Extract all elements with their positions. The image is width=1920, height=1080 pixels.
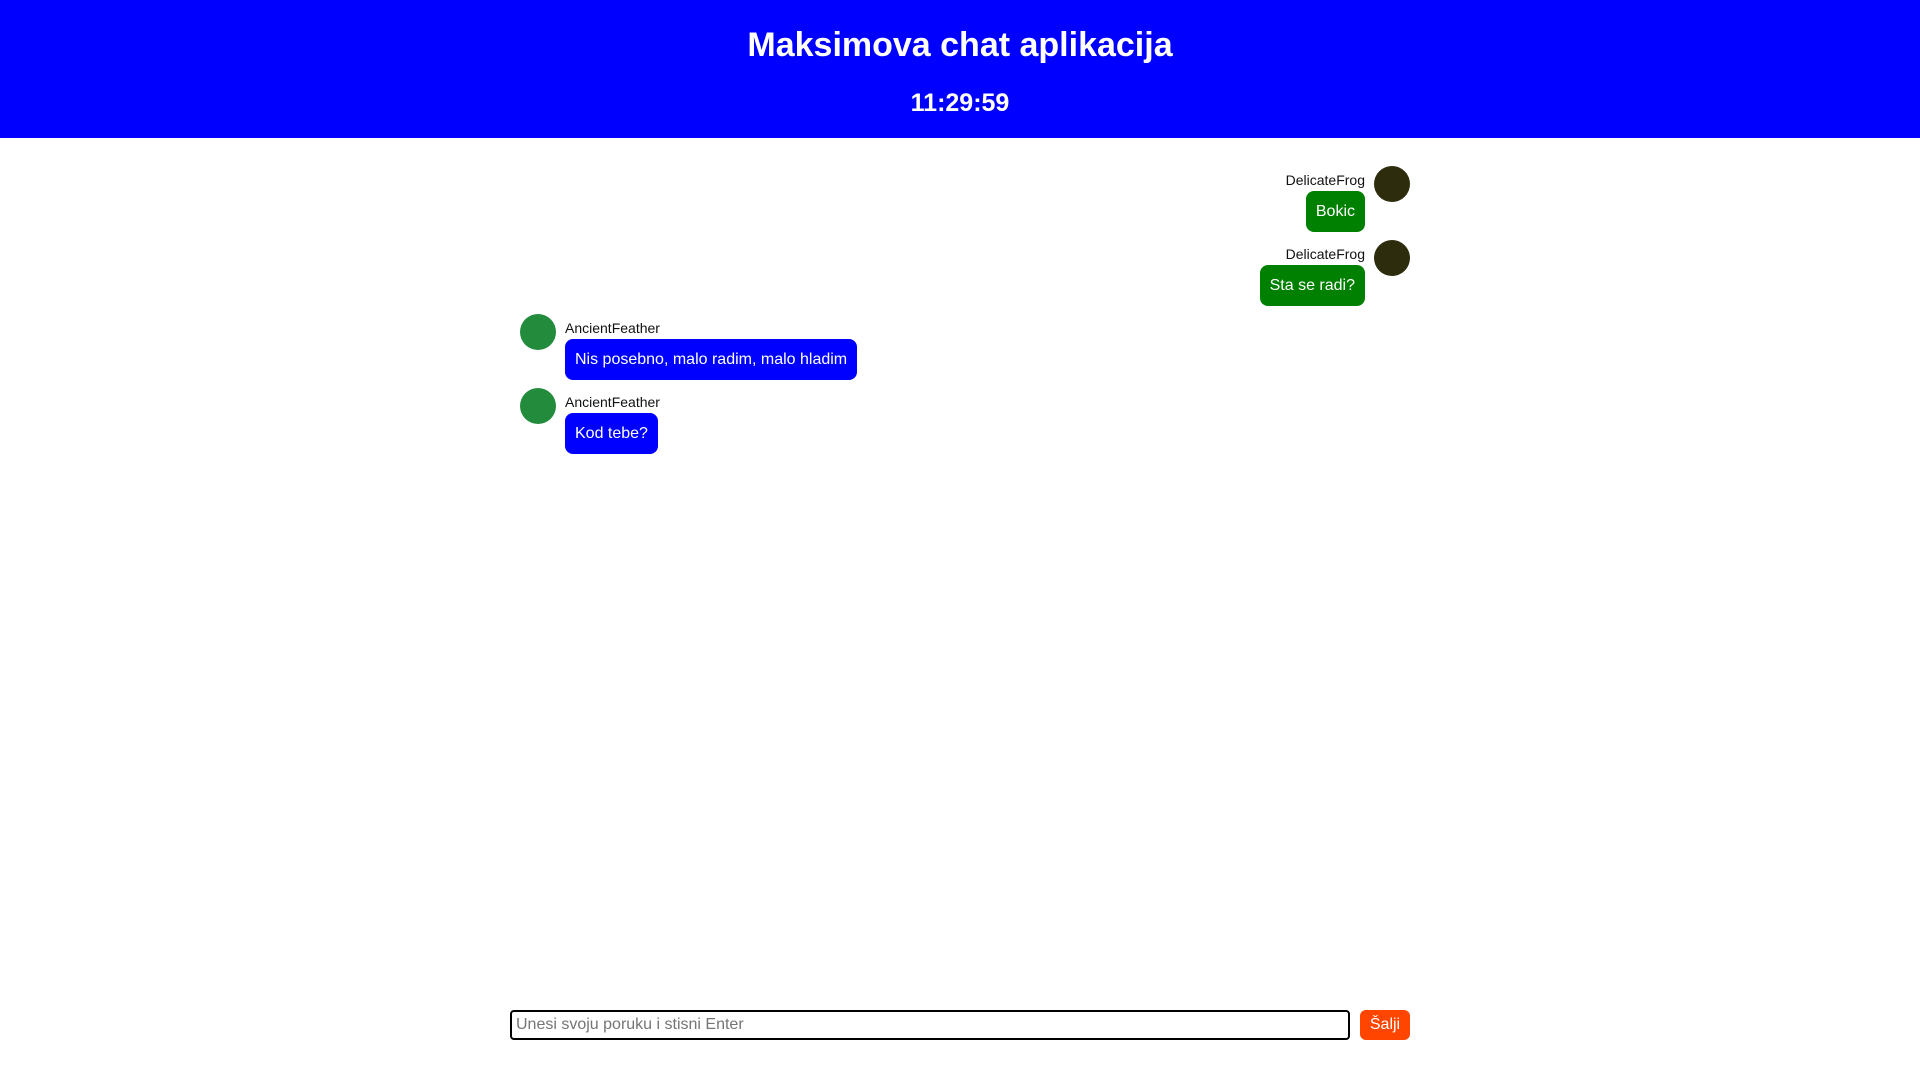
avatar [1374,166,1410,202]
message-list: DelicateFrog Bokic DelicateFrog Sta se r… [510,166,1410,462]
avatar [520,388,556,424]
send-button[interactable]: Šalji [1360,1010,1410,1040]
app-header: Maksimova chat aplikacija 11:29:59 [0,0,1920,138]
message-input[interactable] [510,1010,1350,1040]
message-item: AncientFeather Kod tebe? [510,388,1410,462]
clock: 11:29:59 [910,89,1010,117]
app-title: Maksimova chat aplikacija [747,26,1173,64]
message-bubble: Bokic [1305,191,1365,232]
message-username: AncientFeather [565,394,660,410]
message-bubble: Kod tebe? [565,413,658,454]
message-item: AncientFeather Nis posebno, malo radim, … [510,314,1410,388]
message-item: DelicateFrog Sta se radi? [510,240,1410,314]
message-username: DelicateFrog [1285,246,1365,262]
message-bubble: Sta se radi? [1259,265,1365,306]
avatar [520,314,556,350]
message-username: DelicateFrog [1285,172,1365,188]
message-username: AncientFeather [565,320,660,336]
message-composer: Šalji [510,1010,1410,1040]
message-bubble: Nis posebno, malo radim, malo hladim [565,339,858,380]
message-item: DelicateFrog Bokic [510,166,1410,240]
avatar [1374,240,1410,276]
